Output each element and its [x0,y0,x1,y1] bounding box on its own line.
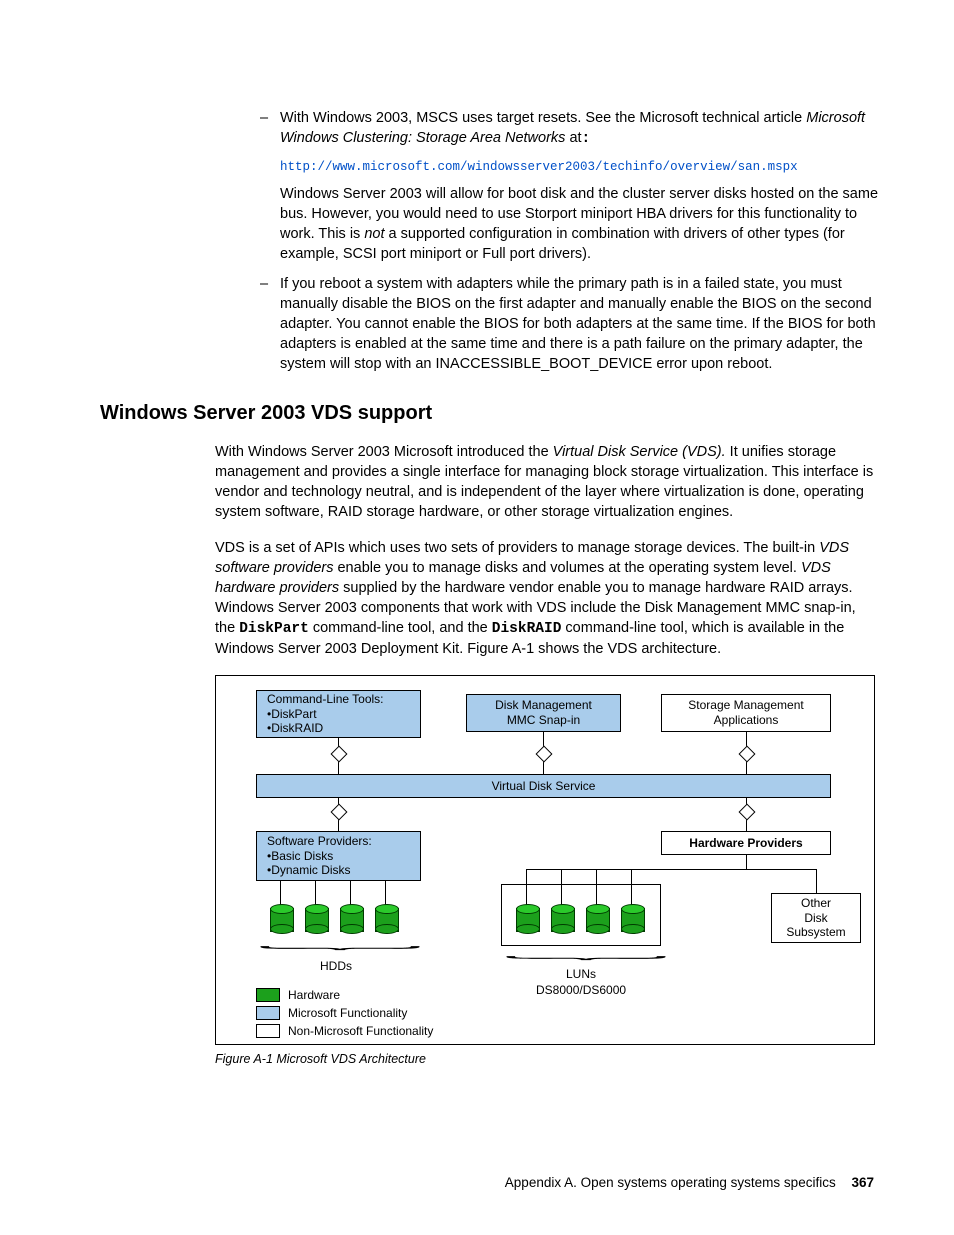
box-other: Other Disk Subsystem [771,893,861,943]
bullet2-text: If you reboot a system with adapters whi… [280,276,876,372]
p2d: command-line tool, and the [309,620,492,636]
cmdline-text: Command-Line Tools: •DiskPart •DiskRAID [267,692,384,735]
box-diskmgmt: Disk Management MMC Snap-in [466,694,621,732]
vds-para1: With Windows Server 2003 Microsoft intro… [215,442,878,522]
dash-2: – [260,274,268,294]
p1a: With Windows Server 2003 Microsoft intro… [215,444,553,460]
vds-para2: VDS is a set of APIs which uses two sets… [215,538,878,659]
box-vds: Virtual Disk Service [256,774,831,798]
dash-1: – [260,108,268,128]
page-footer: Appendix A. Open systems operating syste… [0,1174,954,1193]
hdds-label: HDDs [320,958,352,975]
legend-nonms: Non-Microsoft Functionality [288,1023,433,1040]
bullet-item-2: – If you reboot a system with adapters w… [260,274,878,374]
vds-architecture-diagram: Command-Line Tools: •DiskPart •DiskRAID … [215,675,875,1045]
ds-label: DS8000/DS6000 [536,982,626,999]
diskmgmt-text: Disk Management MMC Snap-in [495,698,592,727]
bullet-item-1: – With Windows 2003, MSCS uses target re… [260,108,878,149]
storagemgmt-text: Storage Management Applications [688,698,803,727]
bullet1-para2: Windows Server 2003 will allow for boot … [280,184,878,264]
p1i1: Virtual Disk Service (VDS). [553,444,726,460]
vds-text: Virtual Disk Service [492,779,596,793]
footer-text: Appendix A. Open systems operating syste… [505,1175,836,1190]
luns-label: LUNs [566,966,596,983]
other-text: Other Disk Subsystem [786,896,845,939]
box-hwprov: Hardware Providers [661,831,831,855]
figure-caption: Figure A-1 Microsoft VDS Architecture [215,1051,878,1068]
box-cmdline: Command-Line Tools: •DiskPart •DiskRAID [256,690,421,738]
p2m2: DiskRAID [492,621,562,637]
p2m1: DiskPart [239,621,309,637]
box-swprov: Software Providers: •Basic Disks •Dynami… [256,831,421,881]
hwprov-text: Hardware Providers [689,836,802,850]
legend-ms: Microsoft Functionality [288,1005,407,1022]
box-storagemgmt: Storage Management Applications [661,694,831,732]
not-word: not [364,226,384,242]
swprov-text: Software Providers: •Basic Disks •Dynami… [267,834,372,877]
section-heading: Windows Server 2003 VDS support [100,400,878,428]
page-number: 367 [851,1175,874,1190]
bullet1-text-b: at [569,130,581,146]
p2a: VDS is a set of APIs which uses two sets… [215,540,819,556]
bullet1-text-a: With Windows 2003, MSCS uses target rese… [280,110,806,126]
p2b: enable you to manage disks and volumes a… [333,560,801,576]
url-link[interactable]: http://www.microsoft.com/windowsserver20… [280,159,878,176]
legend-hw: Hardware [288,987,340,1004]
